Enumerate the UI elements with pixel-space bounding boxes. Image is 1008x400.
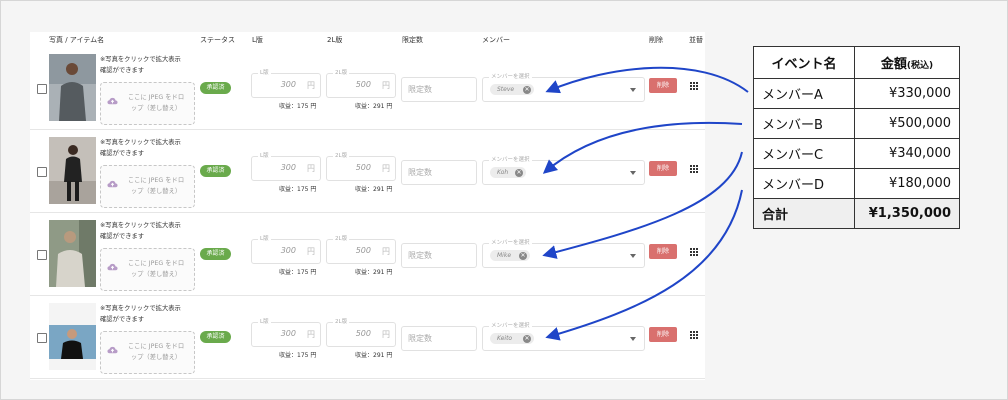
arrow-member-d [545,189,743,341]
arrow-member-c [542,151,743,259]
arrow-member-a [545,66,749,94]
arrow-member-b [542,121,743,174]
connector-arrows [542,66,749,341]
